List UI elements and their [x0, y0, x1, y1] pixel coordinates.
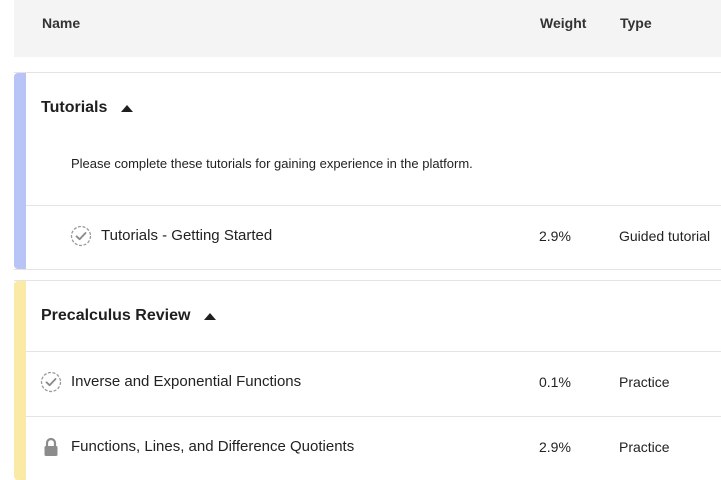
- item-weight: 2.9%: [539, 439, 571, 455]
- check-circle-icon: [70, 225, 92, 247]
- check-circle-icon: [40, 371, 62, 393]
- item-name[interactable]: Functions, Lines, and Difference Quotien…: [71, 438, 354, 455]
- lock-icon: [44, 437, 58, 456]
- list-item[interactable]: Inverse and Exponential Functions 0.1% P…: [26, 351, 721, 415]
- section-title: Tutorials: [41, 99, 108, 116]
- section-accent-bar: [14, 281, 26, 480]
- section-title: Precalculus Review: [41, 307, 191, 324]
- item-weight: 0.1%: [539, 374, 571, 390]
- section-description: Please complete these tutorials for gain…: [71, 156, 473, 171]
- name-column-header: Name: [42, 15, 81, 31]
- item-type: Practice: [619, 439, 670, 455]
- item-name[interactable]: Inverse and Exponential Functions: [71, 373, 301, 390]
- caret-up-icon: [121, 104, 134, 112]
- item-type: Guided tutorial: [619, 228, 711, 244]
- table-header: Name Weight Type: [14, 0, 721, 57]
- section-tutorials-toggle[interactable]: Tutorials: [41, 99, 134, 117]
- list-item[interactable]: Tutorials - Getting Started 2.9% Guided …: [26, 205, 721, 269]
- item-type: Practice: [619, 374, 670, 390]
- section-precalculus-toggle[interactable]: Precalculus Review: [41, 307, 217, 325]
- section-precalculus-review: Precalculus Review Inverse and Exponenti…: [14, 280, 721, 480]
- section-tutorials: Tutorials Please complete these tutorial…: [14, 72, 721, 270]
- list-item[interactable]: Functions, Lines, and Difference Quotien…: [26, 416, 721, 480]
- caret-up-icon: [204, 312, 217, 320]
- type-column-header: Type: [620, 15, 652, 31]
- weight-column-header: Weight: [540, 15, 587, 31]
- item-weight: 2.9%: [539, 228, 571, 244]
- item-name[interactable]: Tutorials - Getting Started: [101, 227, 272, 244]
- section-accent-bar: [14, 73, 26, 269]
